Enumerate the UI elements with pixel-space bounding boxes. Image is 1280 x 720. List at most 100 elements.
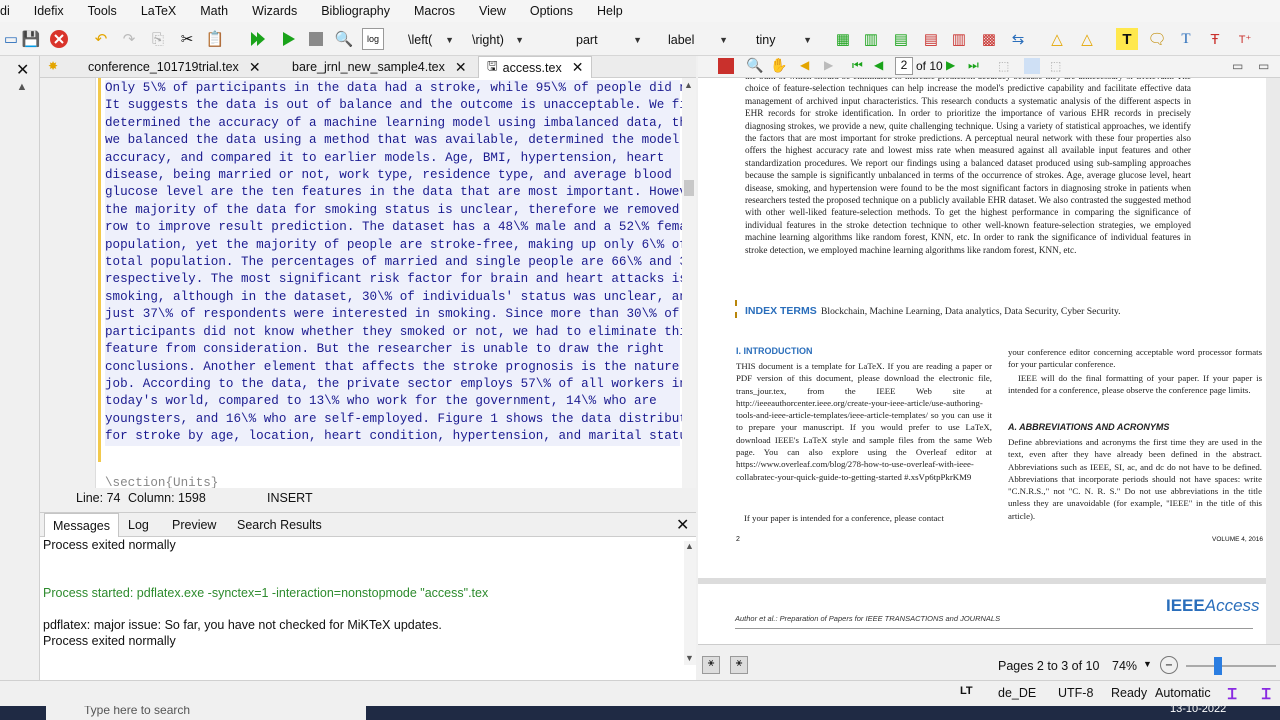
menu-item-latex[interactable]: LaTeX — [129, 4, 188, 18]
table-column-icon[interactable]: ▥ — [860, 28, 882, 50]
scroll-thumb[interactable] — [684, 180, 694, 196]
code-text[interactable]: Only 5\% of participants in the data had… — [105, 80, 682, 446]
log-icon[interactable]: log — [362, 28, 384, 50]
paste-icon[interactable]: 📋 — [204, 28, 226, 50]
pdf-search-icon[interactable]: 🔍 — [746, 57, 763, 74]
code-line[interactable]: smoking, although in the dataset, 30\% o… — [105, 289, 682, 306]
code-line[interactable]: glucose level are the ten features in th… — [105, 184, 682, 201]
code-line[interactable]: job. According to the data, the private … — [105, 376, 682, 393]
close-panel-icon[interactable]: ✕ — [676, 515, 689, 535]
code-line[interactable]: we balanced the data using a method that… — [105, 132, 682, 149]
menu-item-options[interactable]: Options — [518, 4, 585, 18]
code-line[interactable]: the majority of the data for smoking sta… — [105, 202, 680, 219]
chevron-up-icon[interactable]: ▲ — [14, 80, 30, 94]
left-delimiter-select[interactable]: \left(▼ — [402, 29, 460, 51]
save-icon[interactable]: 💾 — [20, 28, 42, 50]
code-line[interactable]: row to improve result prediction. The da… — [105, 219, 682, 236]
pdf-annot-icon[interactable]: ⚹ — [702, 656, 720, 674]
editor-scrollbar[interactable]: ▲ ▼ — [682, 78, 696, 506]
new-file-icon[interactable]: ▭ — [0, 28, 22, 50]
view-pdf-icon[interactable]: 🔍 — [333, 28, 355, 50]
zoom-level[interactable]: 74% — [1112, 659, 1137, 673]
menu-item-idefix[interactable]: Idefix — [22, 4, 76, 18]
refs-select[interactable]: label ▼ — [662, 29, 734, 51]
compile-button[interactable] — [277, 28, 299, 50]
latex-icon[interactable]: LT — [960, 685, 973, 697]
log-scrollbar[interactable]: ▲ ▼ — [684, 541, 696, 665]
bookmark-icon[interactable]: ✸ — [48, 59, 58, 73]
warning-icon[interactable]: △ — [1046, 28, 1068, 50]
cut-icon[interactable]: ✂ — [176, 28, 198, 50]
tab-conference[interactable]: conference_101719trial.tex ✕ — [80, 56, 269, 78]
code-editor[interactable]: Only 5\% of participants in the data had… — [40, 78, 682, 488]
zoom-slider-thumb[interactable] — [1214, 657, 1222, 675]
close-document-button[interactable] — [48, 28, 70, 50]
menu-item-di[interactable]: di — [0, 4, 22, 18]
scroll-up-icon[interactable]: ▲ — [685, 541, 694, 551]
pdf-restore-icon[interactable]: ▭ — [1258, 59, 1269, 73]
pdf-page-input[interactable]: 2 — [895, 57, 913, 75]
pdf-continuous-icon[interactable]: ⬚ — [1050, 59, 1061, 73]
chevron-down-icon[interactable]: ▼ — [1143, 659, 1152, 669]
code-line[interactable]: total population. The percentages of mar… — [105, 254, 682, 271]
taskbar-search[interactable]: Type here to search — [46, 706, 366, 720]
table-grid-icon[interactable]: ▦ — [832, 28, 854, 50]
code-line[interactable]: youngsters, and 16\% who are self-employ… — [105, 411, 682, 428]
pdf-annot-2-icon[interactable]: ⚹ — [730, 656, 748, 674]
code-line[interactable]: population, yet the majority of people a… — [105, 237, 682, 254]
menu-item-bibliography[interactable]: Bibliography — [309, 4, 402, 18]
menu-item-macros[interactable]: Macros — [402, 4, 467, 18]
size-select[interactable]: tiny ▼ — [750, 29, 818, 51]
code-line[interactable]: accuracy, and compared it to earlier mod… — [105, 150, 680, 167]
strikeout-icon[interactable]: Ŧ — [1204, 28, 1226, 50]
pdf-prev-page-icon[interactable]: ◀ — [874, 58, 883, 72]
copy-icon[interactable]: ⎘ — [147, 28, 169, 50]
code-line[interactable]: conclusions. Another element that affect… — [105, 359, 680, 376]
pdf-fit-icon[interactable]: ⬚ — [998, 59, 1009, 73]
menu-item-math[interactable]: Math — [188, 4, 240, 18]
table-row-icon[interactable]: ▤ — [890, 28, 912, 50]
pdf-next-page-icon[interactable]: ▶ — [946, 58, 955, 72]
code-line[interactable]: Only 5\% of participants in the data had… — [105, 80, 682, 97]
code-line[interactable]: just 37\% of respondents were interested… — [105, 306, 680, 323]
menu-item-help[interactable]: Help — [585, 4, 635, 18]
menu-item-view[interactable]: View — [467, 4, 518, 18]
zoom-slider-track[interactable] — [1186, 665, 1276, 667]
menu-item-tools[interactable]: Tools — [76, 4, 129, 18]
typewriter-icon[interactable]: T — [1175, 28, 1197, 50]
tab-access[interactable]: 🖫 access.tex ✕ — [478, 56, 593, 78]
pdf-scrollbar[interactable] — [1266, 78, 1280, 644]
pdf-forward-icon[interactable]: ▶ — [824, 58, 833, 72]
code-line[interactable]: feature from consideration. But the rese… — [105, 341, 680, 358]
comment-icon[interactable]: 🗨 — [1146, 28, 1168, 50]
tab-bare-jrnl[interactable]: bare_jrnl_new_sample4.tex ✕ — [284, 56, 475, 78]
tab-log[interactable]: Log — [120, 513, 157, 537]
tab-preview[interactable]: Preview — [164, 513, 224, 537]
pdf-last-page-icon[interactable]: ⏭ — [968, 58, 979, 73]
code-line[interactable]: It suggests the data is out of balance a… — [105, 97, 682, 114]
tab-search-results[interactable]: Search Results — [229, 513, 330, 537]
table-align-icon[interactable]: ⇆ — [1007, 28, 1029, 50]
superscript-icon[interactable]: T⁺ — [1234, 28, 1256, 50]
sectioning-select[interactable]: part ▼ — [570, 29, 648, 51]
table-remove-icon[interactable]: ▩ — [978, 28, 1000, 50]
pdf-bookmark-icon[interactable] — [718, 58, 734, 74]
zoom-out-icon[interactable]: − — [1160, 656, 1178, 674]
table-delete-column-icon[interactable]: ▥ — [948, 28, 970, 50]
close-tab-icon[interactable]: ✕ — [455, 59, 467, 76]
code-line[interactable]: for stroke by age, location, heart condi… — [105, 428, 682, 445]
right-delimiter-select[interactable]: \right) ▼ — [466, 29, 530, 51]
close-tab-icon[interactable]: ✕ — [249, 59, 261, 76]
redo-icon[interactable]: ↷ — [118, 28, 140, 50]
tab-messages[interactable]: Messages — [44, 513, 119, 537]
spell-language[interactable]: de_DE — [998, 686, 1036, 700]
section-line[interactable]: \section{Units} — [105, 476, 218, 488]
code-line[interactable]: respectively. The most significant risk … — [105, 271, 682, 288]
warning-next-icon[interactable]: △ — [1076, 28, 1098, 50]
pdf-back-icon[interactable]: ◀ — [800, 58, 809, 72]
stop-button[interactable] — [305, 28, 327, 50]
pdf-first-page-icon[interactable]: ⏮ — [852, 58, 863, 73]
code-line[interactable]: disease, being married or not, work type… — [105, 167, 680, 184]
pdf-minimize-icon[interactable]: ▭ — [1232, 59, 1243, 73]
pdf-viewer[interactable]: the bulk of which should be eliminated t… — [698, 78, 1280, 644]
